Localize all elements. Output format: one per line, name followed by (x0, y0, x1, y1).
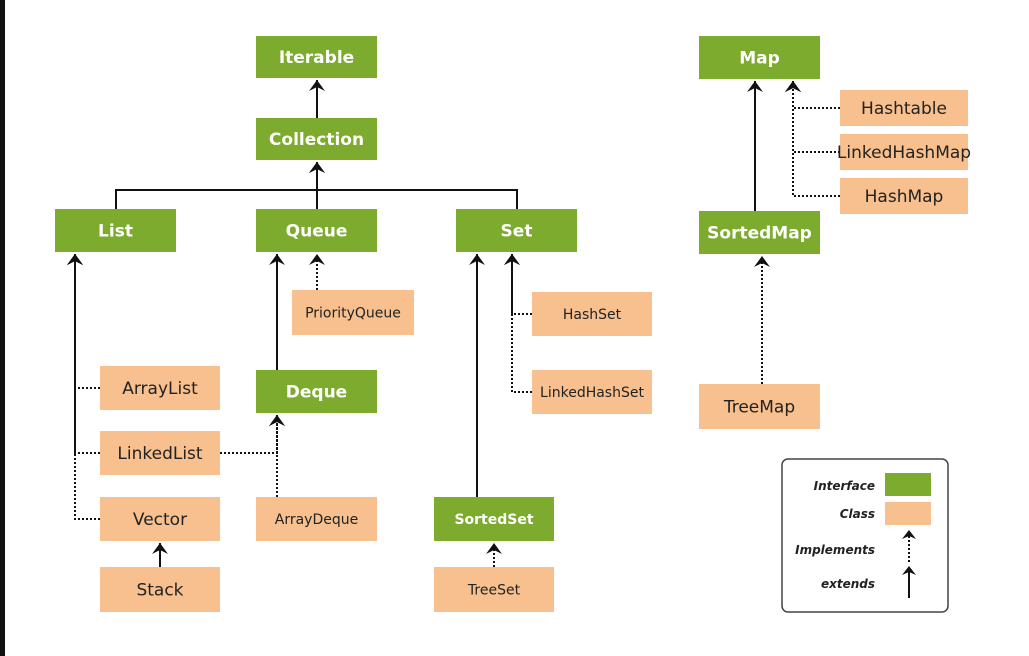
node-hashtable: Hashtable (840, 90, 968, 126)
implements-edge-linkedlist-to-list (67, 254, 100, 454)
node-label: Queue (286, 222, 348, 242)
node-label: SortedSet (454, 512, 533, 528)
node-label: Map (739, 49, 780, 69)
node-label: LinkedHashSet (540, 385, 644, 401)
node-sortedset: SortedSet (434, 497, 554, 541)
extends-edge-set-to-collection (317, 189, 518, 209)
extends-edge-collection-to-iterable (309, 80, 325, 118)
node-sortedmap: SortedMap (699, 211, 820, 254)
node-label: PriorityQueue (305, 306, 401, 322)
node-label: Deque (286, 383, 347, 403)
legend-class-label: Class (840, 507, 875, 521)
node-label: Vector (133, 510, 187, 530)
node-label: Set (501, 222, 533, 242)
node-stack: Stack (100, 567, 220, 612)
node-priorityqueue: PriorityQueue (292, 290, 414, 335)
node-label: Collection (269, 130, 364, 150)
implements-edge-hashmap-to-map (785, 81, 840, 197)
implements-edge-treeset-to-sortedset (486, 543, 502, 567)
node-list: List (55, 209, 176, 252)
extends-edge-stack-to-vector (152, 543, 168, 567)
implements-edge-linkedhashset-to-set (504, 254, 532, 393)
node-label: ArrayDeque (275, 512, 358, 528)
node-label: TreeMap (723, 398, 795, 418)
arrowhead-icon (309, 254, 325, 265)
node-treeset: TreeSet (434, 567, 554, 612)
node-label: SortedMap (707, 224, 812, 244)
legend-implements-label: Implements (795, 543, 875, 557)
legend: Interface Class Implements extends (781, 458, 949, 613)
implements-edge-vector-to-list (67, 254, 100, 520)
node-arraylist: ArrayList (100, 366, 220, 410)
edges (67, 80, 840, 567)
node-linkedhashmap: LinkedHashMap (837, 134, 971, 170)
extends-edge-list-to-collection (115, 162, 325, 209)
node-label: Hashtable (861, 99, 947, 119)
arrowhead-icon (486, 543, 502, 554)
legend-interface-swatch (885, 473, 931, 496)
collection-hierarchy-diagram: Iterable Collection List Queue Set Map SortedM… (55, 36, 971, 613)
node-label: ArrayList (122, 379, 198, 399)
arrowhead-icon (754, 256, 770, 267)
node-label: Stack (136, 581, 183, 601)
node-collection: Collection (256, 118, 377, 160)
node-hashmap: HashMap (840, 178, 968, 214)
legend-class-swatch (885, 502, 931, 525)
legend-extends-label: extends (821, 577, 875, 591)
node-label: LinkedList (117, 444, 203, 464)
node-iterable: Iterable (256, 36, 377, 78)
implements-edge-linkedlist-to-deque (220, 415, 285, 454)
node-label: HashSet (563, 307, 622, 323)
node-linkedlist: LinkedList (100, 431, 220, 475)
node-label: HashMap (865, 187, 944, 207)
extends-edge-deque-to-queue (269, 254, 285, 370)
node-label: List (98, 222, 133, 242)
legend-interface-label: Interface (814, 479, 875, 493)
node-label: LinkedHashMap (837, 143, 971, 163)
node-map: Map (699, 36, 820, 79)
extends-edge-sortedmap-to-map (747, 81, 763, 211)
node-set: Set (456, 209, 577, 252)
node-deque: Deque (256, 370, 377, 413)
node-label: TreeSet (467, 583, 521, 599)
node-linkedhashset: LinkedHashSet (532, 370, 652, 414)
node-label: Iterable (279, 48, 354, 68)
node-queue: Queue (256, 209, 377, 252)
extends-edge-queue-to-collection (309, 162, 325, 209)
implements-edge-treemap-to-sortedmap (754, 256, 770, 384)
implements-edge-priorityqueue-to-queue (309, 254, 325, 290)
extends-edge-sortedset-to-set (469, 254, 485, 497)
implements-edge-arraylist-to-list (67, 254, 100, 389)
node-treemap: TreeMap (699, 384, 820, 429)
node-hashset: HashSet (532, 292, 652, 336)
node-arraydeque: ArrayDeque (256, 497, 377, 541)
implements-edge-arraydeque-to-deque (269, 415, 285, 497)
node-vector: Vector (100, 497, 220, 541)
